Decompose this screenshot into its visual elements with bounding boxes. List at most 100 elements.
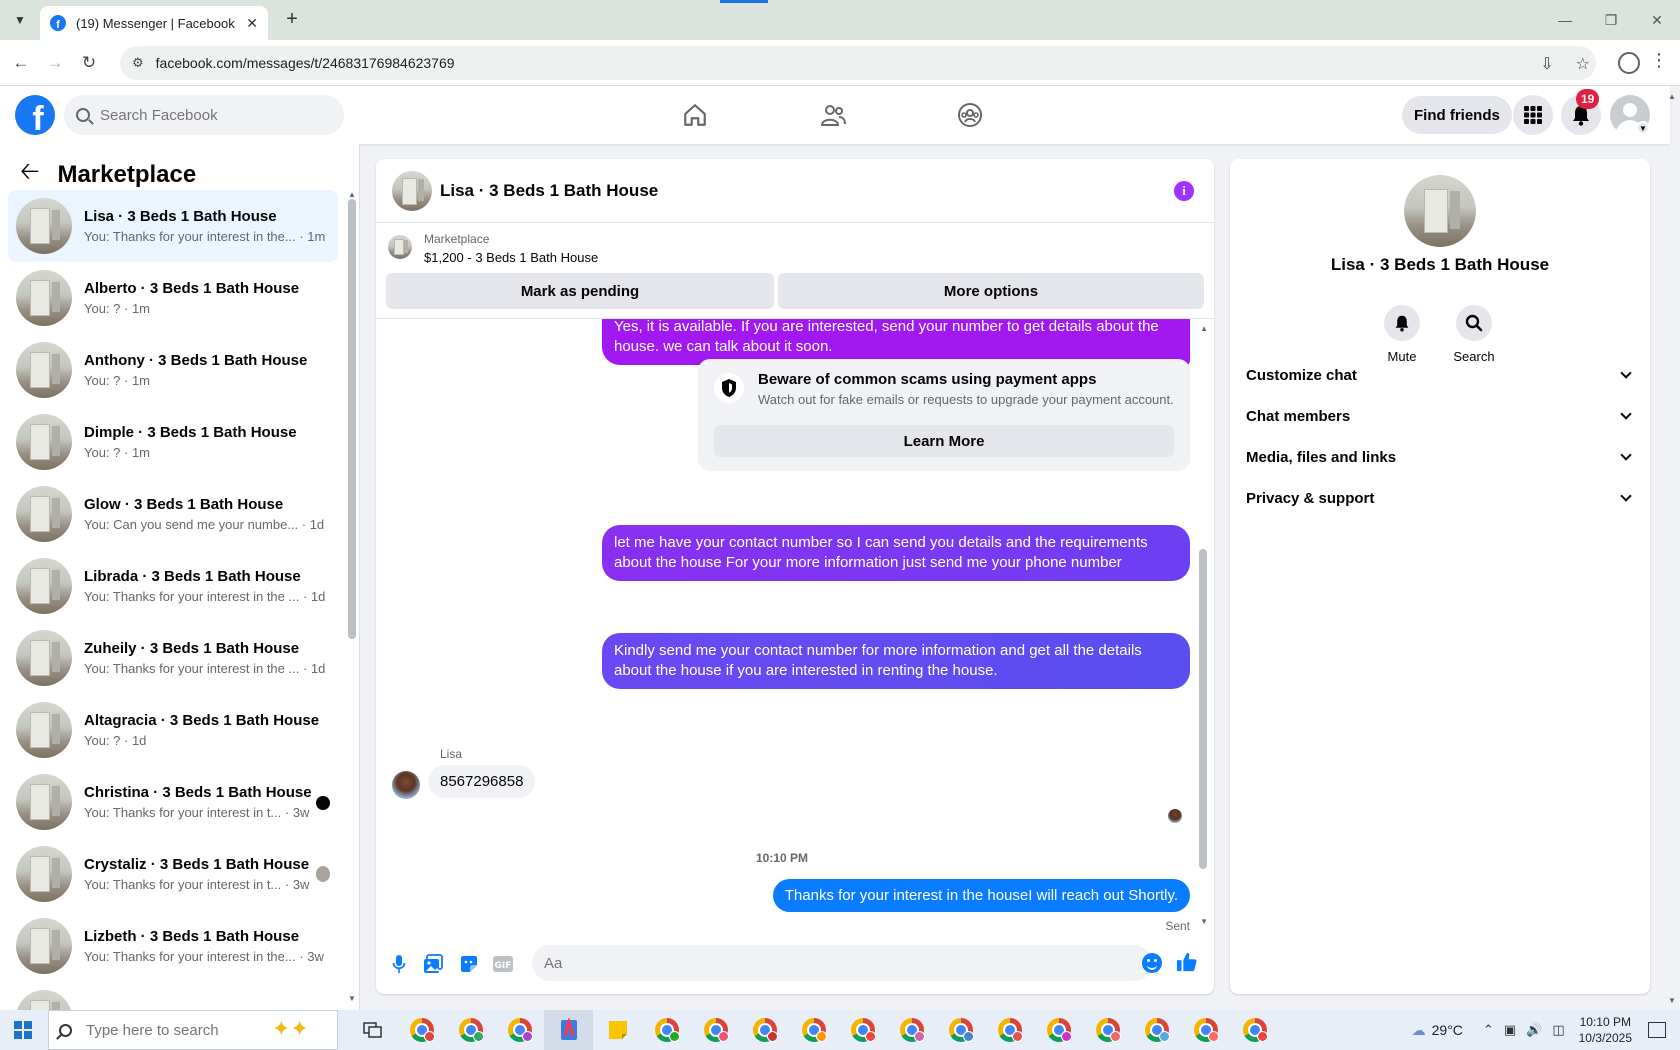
reload-icon[interactable]: ↻ [76,50,102,76]
bookmark-star-icon[interactable]: ☆ [1576,54,1590,74]
conversation-item[interactable]: Zuheily · 3 Beds 1 Bath House You: Thanks… [8,622,338,694]
message-outgoing[interactable]: let me have your contact number so I can… [602,525,1190,581]
facebook-search[interactable] [64,95,344,135]
conversation-item[interactable]: Librada · 3 Beds 1 Bath House You: Thanks… [8,550,338,622]
details-section-customize-chat[interactable]: Customize chat [1246,355,1636,395]
chrome-icon[interactable] [1132,1010,1181,1050]
chrome-icon[interactable] [642,1010,691,1050]
site-info-icon[interactable]: ⚙ [132,55,144,71]
conversation-item[interactable]: Alberto · 3 Beds 1 Bath House You: ? · 1m [8,262,338,334]
listing-thumbnail[interactable] [388,235,412,259]
conversation-item[interactable]: Christina · 3 Beds 1 Bath House You: Than… [8,766,338,838]
close-window-button[interactable]: ✕ [1634,0,1680,40]
conversation-item[interactable]: Yingeyling · 3 Beds 1 Bath House [8,982,338,1010]
chrome-icon[interactable] [1083,1010,1132,1050]
conversation-item[interactable]: Lizbeth · 3 Beds 1 Bath House You: Thanks… [8,910,338,982]
sticker-icon[interactable] [458,953,480,975]
chrome-icon[interactable] [691,1010,740,1050]
details-section-privacy-support[interactable]: Privacy & support [1246,478,1636,518]
details-section-chat-members[interactable]: Chat members [1246,396,1636,436]
conversation-item[interactable]: Altagracia · 3 Beds 1 Bath House You: ? ·… [8,694,338,766]
chat-scroll-down-icon[interactable]: ▼ [1200,917,1208,926]
sidebar-scrollbar[interactable] [348,199,356,639]
menu-grid-icon[interactable] [1513,95,1553,135]
facebook-logo-icon[interactable]: f [15,95,55,135]
friends-icon[interactable] [816,98,850,132]
thumbs-up-icon[interactable] [1176,951,1198,973]
url-field[interactable]: ⚙ facebook.com/messages/t/24683176984623… [120,46,1596,80]
chrome-icon[interactable] [887,1010,936,1050]
windows-start-icon[interactable] [14,1021,32,1039]
taskbar-search-input[interactable] [86,1021,266,1039]
chrome-icon[interactable] [1181,1010,1230,1050]
sidebar-scroll-down-icon[interactable]: ▼ [348,994,356,1003]
meet-now-icon[interactable]: ▣ [1504,1022,1516,1038]
account-chevron-down-icon[interactable]: ▼ [1636,121,1650,135]
learn-more-button[interactable]: Learn More [714,425,1174,457]
conversation-info-icon[interactable]: i [1174,181,1194,201]
mark-as-pending-button[interactable]: Mark as pending [386,273,774,309]
task-view-icon[interactable] [348,1010,397,1050]
conversation-item[interactable]: Glow · 3 Beds 1 Bath House You: Can you s… [8,478,338,550]
message-incoming[interactable]: 8567296858 [428,765,536,798]
gif-icon[interactable]: GIF [492,953,514,975]
new-tab-button[interactable]: + [280,8,304,31]
back-icon[interactable]: ← [8,50,34,76]
network-icon[interactable]: ◫ [1552,1022,1564,1038]
browser-profile-icon[interactable] [1618,52,1640,74]
browser-menu-icon[interactable]: ⋮ [1650,50,1668,71]
chrome-icon[interactable] [985,1010,1034,1050]
microphone-icon[interactable] [388,953,410,975]
more-options-button[interactable]: More options [778,273,1204,309]
photo-icon[interactable] [422,953,444,975]
action-center-icon[interactable] [1648,1022,1666,1038]
forward-icon[interactable]: → [42,50,68,76]
chrome-icon[interactable] [1034,1010,1083,1050]
weather-widget[interactable]: ☁ 29°C [1412,1022,1463,1039]
emoji-icon[interactable] [1142,953,1162,973]
chat-scroll-up-icon[interactable]: ▲ [1200,324,1208,333]
close-tab-icon[interactable]: ✕ [246,15,258,32]
message-outgoing-last[interactable]: Thanks for your interest in the houseI w… [772,879,1190,912]
chrome-icon[interactable] [740,1010,789,1050]
chrome-icon[interactable] [446,1010,495,1050]
browser-tab[interactable]: f (19) Messenger | Facebook ✕ [40,6,268,40]
paint-app-icon[interactable] [544,1010,593,1050]
install-app-icon[interactable]: ⇩ [1540,54,1553,74]
minimize-button[interactable]: — [1542,0,1588,40]
details-section-media-files-and-links[interactable]: Media, files and links [1246,437,1636,477]
chat-title[interactable]: Lisa · 3 Beds 1 Bath House [440,181,658,201]
chat-listing-avatar[interactable] [392,170,432,211]
clock[interactable]: 10:10 PM 10/3/2025 [1579,1014,1632,1046]
chrome-icon[interactable] [1230,1010,1279,1050]
volume-icon[interactable]: 🔊 [1526,1022,1542,1038]
message-input-field[interactable] [532,945,1152,981]
back-arrow-icon[interactable]: 🡠 [20,154,39,195]
chrome-icon[interactable] [936,1010,985,1050]
conversation-item[interactable]: Crystaliz · 3 Beds 1 Bath House You: Than… [8,838,338,910]
details-avatar[interactable] [1404,175,1476,247]
message-input[interactable] [544,954,1104,972]
home-icon[interactable] [678,98,712,132]
chrome-icon[interactable] [838,1010,887,1050]
message-outgoing[interactable]: Kindly send me your contact number for m… [602,633,1190,689]
conversation-item[interactable]: Dimple · 3 Beds 1 Bath House You: ? · 1m [8,406,338,478]
tab-search-icon[interactable]: ▼ [8,8,32,32]
facebook-search-input[interactable] [100,106,320,124]
chrome-icon[interactable] [789,1010,838,1050]
page-scroll-up-arrow-icon[interactable]: ▲ [1668,92,1676,101]
sender-avatar[interactable] [392,771,420,799]
sidebar-scroll-up-icon[interactable]: ▲ [348,190,356,199]
sticky-notes-icon[interactable] [593,1010,642,1050]
chrome-icon[interactable] [397,1010,446,1050]
conversation-item[interactable]: Anthony · 3 Beds 1 Bath House You: ? · 1m [8,334,338,406]
page-scroll-down-arrow-icon[interactable]: ▼ [1668,996,1676,1005]
listing-description[interactable]: $1,200 - 3 Beds 1 Bath House [424,250,598,265]
chrome-icon[interactable] [495,1010,544,1050]
show-hidden-icons-chevron-icon[interactable]: ⌃ [1483,1022,1494,1038]
find-friends-button[interactable]: Find friends [1402,96,1512,134]
conversation-item[interactable]: Lisa · 3 Beds 1 Bath House You: Thanks fo… [8,190,338,262]
chat-scrollbar[interactable] [1199,549,1207,869]
groups-icon[interactable] [953,98,987,132]
maximize-button[interactable]: ❐ [1588,0,1634,40]
